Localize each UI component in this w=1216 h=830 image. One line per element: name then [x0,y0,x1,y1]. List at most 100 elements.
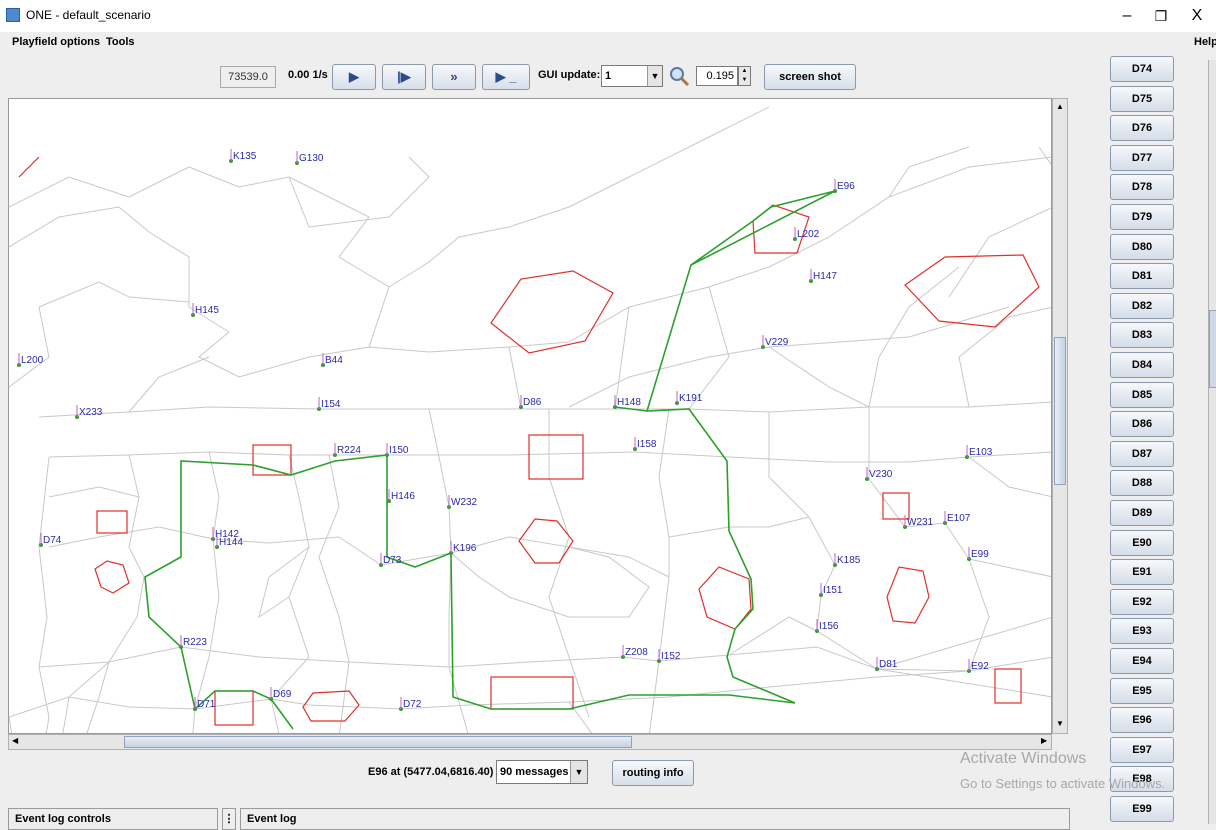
node-label: R224 [337,445,361,456]
host-button-e95[interactable]: E95 [1110,677,1174,704]
run-until-button[interactable]: ▶ _ [482,64,530,90]
host-button-d78[interactable]: D78 [1110,174,1174,201]
node-label: K196 [453,543,477,554]
node-label: E99 [971,549,989,560]
node-label: E103 [969,447,993,458]
radio-range-shapes [18,156,1040,726]
node-label: R223 [183,637,207,648]
host-button-d81[interactable]: D81 [1110,263,1174,290]
sim-rate-label: 0.00 1/s [288,69,328,81]
host-list-scroll-thumb[interactable] [1209,310,1216,388]
node-label: D73 [383,555,402,566]
playfield-canvas[interactable]: K135 G130 E96 L202 H147 H145 V229 L200 B44 K191 I1… [8,98,1052,734]
host-button-e92[interactable]: E92 [1110,588,1174,615]
host-button-d77[interactable]: D77 [1110,144,1174,171]
close-button[interactable]: X [1182,4,1212,28]
node-label: H147 [813,271,837,282]
scroll-right-icon[interactable]: ▶ [1041,736,1047,745]
host-button-e96[interactable]: E96 [1110,707,1174,734]
routing-path [144,190,836,730]
horizontal-scroll-thumb[interactable] [124,736,632,748]
host-button-e91[interactable]: E91 [1110,559,1174,586]
node-label: D86 [523,397,542,408]
messages-select[interactable]: 90 messages ▼ [496,760,588,784]
host-button-d80[interactable]: D80 [1110,233,1174,260]
node-label: K191 [679,393,703,404]
host-button-d86[interactable]: D86 [1110,411,1174,438]
node-label: V229 [765,337,789,348]
playfield-horizontal-scrollbar[interactable]: ◀ ▶ [8,734,1052,750]
fast-forward-button[interactable]: » [432,64,476,90]
run-until-icon: ▶ _ [495,69,517,84]
node-label: D74 [43,535,62,546]
sim-time-field: 73539.0 [220,66,276,88]
scroll-down-icon[interactable]: ▼ [1056,719,1064,728]
node-label: I154 [321,399,341,410]
restore-button[interactable]: ❐ [1146,4,1176,28]
node-label: W231 [907,517,934,528]
host-button-e97[interactable]: E97 [1110,736,1174,763]
sim-toolbar: 73539.0 0.00 1/s ▶ |▶ » ▶ _ GUI update: … [8,56,1070,98]
activate-windows-title: Activate Windows [960,750,1087,767]
host-button-d89[interactable]: D89 [1110,500,1174,526]
chevron-down-icon: ▼ [570,761,587,783]
node-label: G130 [299,153,324,164]
host-button-e90[interactable]: E90 [1110,529,1174,556]
host-button-e94[interactable]: E94 [1110,648,1174,674]
node-label: H145 [195,305,219,316]
zoom-input[interactable]: 0.195 [696,66,738,86]
host-button-d75[interactable]: D75 [1110,85,1174,112]
host-button-d83[interactable]: D83 [1110,322,1174,349]
menu-playfield-options[interactable]: Playfield options [12,36,100,48]
scroll-up-icon[interactable]: ▲ [1056,102,1064,111]
playfield-vertical-scrollbar[interactable]: ▲ ▼ [1052,98,1068,734]
host-list-panel: D74 D75 D76 D77 D78 D79 D80 D81 D82 D83 D84 D85 D86 D… [1074,56,1216,829]
host-button-d88[interactable]: D88 [1110,470,1174,497]
zoom-spinner[interactable]: ▲ ▼ [738,66,751,86]
host-button-d85[interactable]: D85 [1110,381,1174,408]
status-bar: E96 at (5477.04,6816.40) 90 messages ▼ ro… [8,754,1070,794]
vertical-scroll-thumb[interactable] [1054,337,1066,485]
host-button-d87[interactable]: D87 [1110,440,1174,467]
minimize-button[interactable]: – [1112,4,1142,28]
step-button[interactable]: |▶ [382,64,426,90]
gui-update-select[interactable]: 1 ▼ [601,65,663,87]
step-icon: |▶ [397,69,411,84]
host-list-scrollbar[interactable] [1208,60,1216,824]
host-button-d84[interactable]: D84 [1110,352,1174,378]
node-label: D69 [273,689,292,700]
menu-help[interactable]: Help [1194,36,1216,48]
main-area: 73539.0 0.00 1/s ▶ |▶ » ▶ _ GUI update: … [8,56,1070,830]
window-title: ONE - default_scenario [26,8,151,22]
screenshot-button[interactable]: screen shot [764,64,856,90]
node-label: H148 [617,397,641,408]
event-log-controls-panel[interactable]: Event log controls [8,808,218,830]
node-label: V230 [869,469,893,480]
playfield-map[interactable]: K135 G130 E96 L202 H147 H145 V229 L200 B44 K191 I1… [9,99,1052,734]
play-button[interactable]: ▶ [332,64,376,90]
node-label: X233 [79,407,103,418]
node-label: D71 [197,699,216,710]
host-button-d82[interactable]: D82 [1110,292,1174,319]
node-label: E107 [947,513,971,524]
node-label: E92 [971,661,989,672]
node-label: H144 [219,537,243,548]
host-button-d79[interactable]: D79 [1110,204,1174,230]
host-button-d74[interactable]: D74 [1110,56,1174,82]
splitter-handle[interactable]: ⋮ [222,808,236,830]
host-button-d76[interactable]: D76 [1110,115,1174,142]
title-bar: ONE - default_scenario – ❐ X [0,0,1216,32]
node-label: W232 [451,497,478,508]
routing-info-button[interactable]: routing info [612,760,694,786]
spin-down-icon: ▼ [741,77,748,83]
node-label: L200 [21,355,44,366]
selected-node-status: E96 at (5477.04,6816.40) [368,766,494,778]
play-icon: ▶ [349,69,359,84]
scroll-left-icon[interactable]: ◀ [12,736,18,745]
host-button-e93[interactable]: E93 [1110,618,1174,645]
event-log-panel[interactable]: Event log [240,808,1070,830]
magnifier-icon [670,67,690,87]
menu-tools[interactable]: Tools [106,36,135,48]
node-label: Z208 [625,647,648,658]
host-button-e99[interactable]: E99 [1110,796,1174,822]
